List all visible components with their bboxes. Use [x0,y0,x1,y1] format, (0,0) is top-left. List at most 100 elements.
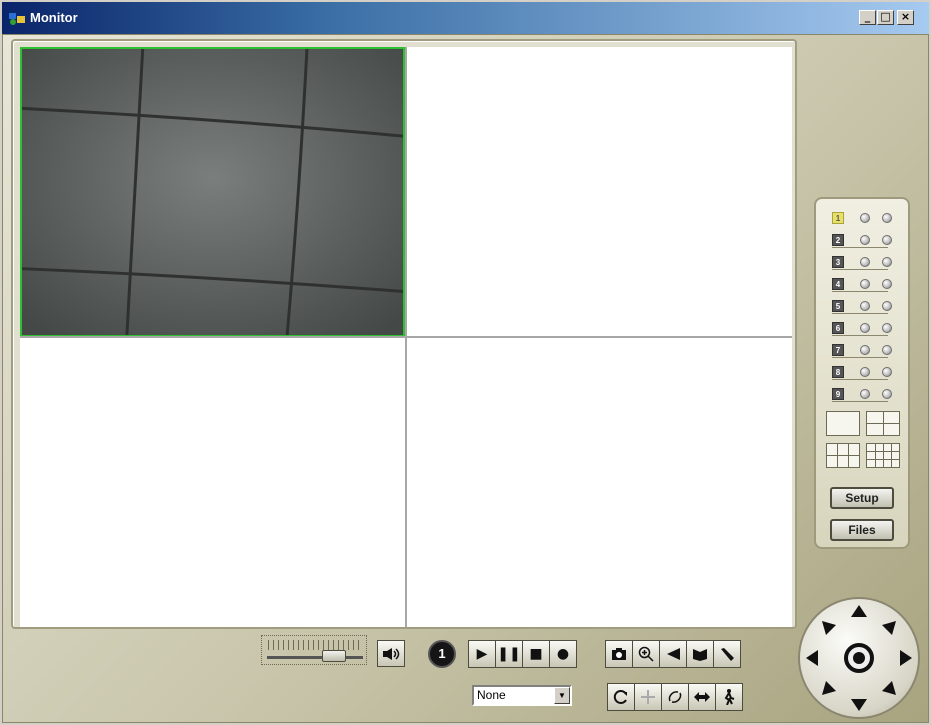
indicator-icon [860,301,870,311]
rotate-icon[interactable] [662,684,688,710]
channel-row-9[interactable]: 9 [832,385,896,403]
grid-line [867,451,899,452]
title-bar: Monitor _ □ × [0,0,931,34]
channel-row-3[interactable]: 3 [832,253,896,271]
video-pane-2[interactable] [407,47,792,336]
channel-row-6[interactable]: 6 [832,319,896,337]
video-pane-3[interactable] [20,338,405,627]
layout-2x2-button[interactable] [866,411,900,436]
divider [832,335,888,336]
stop-button[interactable]: ■ [523,641,549,667]
divider [832,313,888,314]
indicator-icon [882,345,892,355]
channel-row-8[interactable]: 8 [832,363,896,381]
channel-number[interactable]: 6 [832,322,844,334]
volume-ticks [268,640,360,650]
ptz-tools [607,683,743,711]
setup-button[interactable]: Setup [830,487,894,509]
image-tools [605,640,741,668]
record-button[interactable]: ● [550,641,576,667]
divider [832,247,888,248]
divider [832,291,888,292]
monitor-client-area: 1 2 3 4 5 6 7 8 9 Setup Files 1 ▶ ❚❚ ■ ●… [2,34,929,723]
divider [832,401,888,402]
camera-number-badge: 1 [428,640,456,668]
indicator-icon [882,301,892,311]
video-pane-1[interactable] [20,47,405,336]
speaker-icon[interactable] [377,640,405,667]
channel-row-1[interactable]: 1 [832,209,896,227]
indicator-icon [860,279,870,289]
camera-feed-image [22,49,403,335]
indicator-icon [860,257,870,267]
indicator-icon [882,213,892,223]
channel-number[interactable]: 5 [832,300,844,312]
channel-number[interactable]: 3 [832,256,844,268]
refresh-icon[interactable] [608,684,634,710]
pause-button[interactable]: ❚❚ [496,641,522,667]
indicator-icon [860,389,870,399]
volume-thumb[interactable] [322,650,346,662]
grid-line [867,423,899,424]
playback-controls: ▶ ❚❚ ■ ● [468,640,577,668]
channel-number[interactable]: 8 [832,366,844,378]
channel-row-7[interactable]: 7 [832,341,896,359]
maximize-button[interactable]: □ [877,10,894,25]
volume-track [267,656,363,659]
channel-row-5[interactable]: 5 [832,297,896,315]
app-icon [9,13,25,25]
layout-3x3-button[interactable] [826,443,860,468]
channel-number[interactable]: 4 [832,278,844,290]
divider [832,269,888,270]
indicator-icon [860,235,870,245]
close-button[interactable]: × [897,10,914,25]
channel-row-2[interactable]: 2 [832,231,896,249]
channel-number[interactable]: 1 [832,212,844,224]
channel-row-4[interactable]: 4 [832,275,896,293]
layout-4x3-button[interactable] [866,443,900,468]
indicator-icon [882,389,892,399]
camera-icon[interactable] [606,641,632,667]
indicator-icon [860,345,870,355]
window-title: Monitor [30,10,78,25]
minimize-button[interactable]: _ [859,10,876,25]
grid-line [891,444,892,467]
preset-selected-value: None [477,688,506,702]
video-grid [20,47,792,627]
video-pane-4[interactable] [407,338,792,627]
volume-slider[interactable] [261,635,367,665]
channel-number[interactable]: 2 [832,234,844,246]
indicator-icon [860,367,870,377]
indicator-icon [882,323,892,333]
divider [832,357,888,358]
crosshair-icon[interactable] [635,684,661,710]
grid-line [875,444,876,467]
files-button[interactable]: Files [830,519,894,541]
swap-icon[interactable] [689,684,715,710]
zoom-icon[interactable] [633,641,659,667]
grid-line [867,459,899,460]
grid-line [883,444,884,467]
channel-number[interactable]: 9 [832,388,844,400]
layout-1x1-button[interactable] [826,411,860,436]
indicator-icon [882,279,892,289]
pen-icon[interactable] [714,641,740,667]
ptz-center-button[interactable] [844,643,874,673]
ptz-joystick[interactable] [798,597,920,719]
channel-panel: 1 2 3 4 5 6 7 8 9 Setup Files [814,197,910,549]
preset-select[interactable]: None ▼ [472,685,572,706]
left-icon[interactable] [660,641,686,667]
indicator-icon [882,367,892,377]
indicator-icon [860,213,870,223]
chevron-down-icon[interactable]: ▼ [554,687,570,704]
video-frame [11,39,797,629]
grid-line [827,455,859,456]
walk-icon[interactable] [716,684,742,710]
indicator-icon [860,323,870,333]
divider [832,379,888,380]
play-button[interactable]: ▶ [469,641,495,667]
indicator-icon [882,235,892,245]
channel-number[interactable]: 7 [832,344,844,356]
book-icon[interactable] [687,641,713,667]
indicator-icon [882,257,892,267]
